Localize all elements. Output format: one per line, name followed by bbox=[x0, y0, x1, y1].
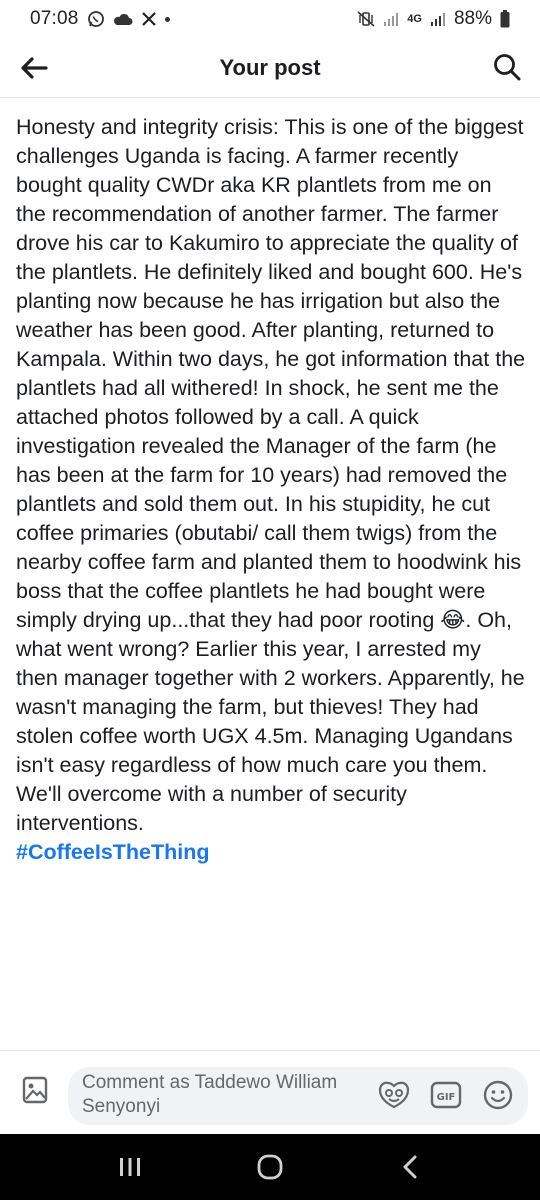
system-nav-bar bbox=[0, 1134, 540, 1200]
emoji-icon bbox=[483, 1080, 513, 1110]
post-text: Honesty and integrity crisis: This is on… bbox=[16, 115, 526, 835]
svg-text:GIF: GIF bbox=[437, 1092, 456, 1103]
battery-percent: 88% bbox=[453, 8, 492, 29]
recent-apps-icon bbox=[120, 1158, 140, 1176]
signal-icon bbox=[383, 12, 399, 26]
search-button[interactable] bbox=[486, 46, 528, 88]
comment-input[interactable]: Comment as Taddewo William Senyonyi GIF bbox=[68, 1067, 528, 1125]
app-header: Your post bbox=[0, 38, 540, 98]
battery-icon bbox=[500, 10, 510, 28]
status-bar: 07:08 4G 88% bbox=[0, 0, 540, 38]
dot-icon bbox=[164, 16, 170, 22]
arrow-left-icon bbox=[21, 57, 48, 79]
page-title: Your post bbox=[219, 54, 321, 80]
comment-tools: GIF bbox=[378, 1079, 514, 1111]
avatar-sticker-button[interactable] bbox=[378, 1079, 410, 1111]
post-body: Honesty and integrity crisis: This is on… bbox=[16, 113, 526, 867]
comment-placeholder: Comment as Taddewo William Senyonyi bbox=[82, 1072, 338, 1117]
whatsapp-icon bbox=[87, 10, 105, 28]
status-left: 07:08 bbox=[30, 8, 170, 30]
status-time: 07:08 bbox=[30, 8, 79, 29]
cloud-icon bbox=[113, 12, 133, 26]
back-icon bbox=[403, 1155, 417, 1179]
add-photo-button[interactable] bbox=[18, 1073, 52, 1107]
system-back-button[interactable] bbox=[380, 1142, 440, 1192]
gif-icon: GIF bbox=[430, 1081, 462, 1109]
recent-apps-button[interactable] bbox=[100, 1142, 160, 1192]
avatar-sticker-icon bbox=[378, 1081, 410, 1109]
network-type-icon: 4G bbox=[407, 13, 422, 25]
search-icon bbox=[494, 54, 521, 81]
comment-bar: Comment as Taddewo William Senyonyi GIF bbox=[0, 1050, 540, 1134]
signal-strength-icon bbox=[430, 12, 446, 26]
home-button[interactable] bbox=[240, 1142, 300, 1192]
photo-icon bbox=[22, 1076, 48, 1104]
status-right: 4G 88% bbox=[357, 8, 510, 30]
gif-button[interactable]: GIF bbox=[430, 1079, 462, 1111]
back-button[interactable] bbox=[14, 48, 54, 88]
home-icon bbox=[257, 1154, 283, 1180]
x-icon bbox=[141, 11, 157, 27]
hashtag-link[interactable]: #CoffeeIsTheThing bbox=[16, 838, 210, 867]
emoji-button[interactable] bbox=[482, 1079, 514, 1111]
vibrate-mute-icon bbox=[357, 11, 375, 27]
